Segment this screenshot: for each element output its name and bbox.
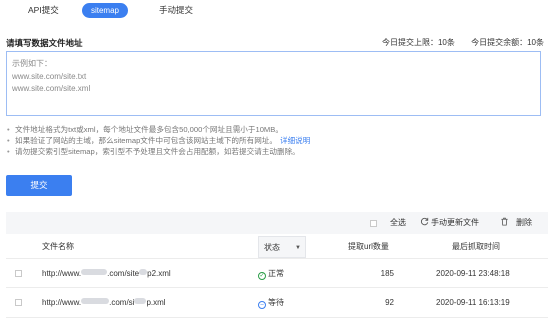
quota-limit: 今日提交上限：10条 (381, 38, 455, 47)
quota-info: 今日提交上限：10条 今日提交余额：10条 (368, 37, 544, 48)
url-count: 185 (380, 269, 394, 278)
column-file-name: 文件名称 (42, 242, 74, 251)
quota-remaining: 今日提交余额：10条 (471, 38, 544, 47)
note-item: 如果验证了网站的主域，那么sitemap文件中可包含该网站主域下的所有网址。详细… (6, 135, 310, 146)
file-url[interactable]: http://www. .com/si p.xml (42, 288, 166, 318)
last-crawl-time: 2020-09-11 16:13:19 (436, 298, 510, 307)
table-toolbar: 全选 手动更新文件 删除 (6, 212, 548, 234)
trash-icon (501, 217, 508, 226)
check-circle-icon: ✓ (258, 272, 266, 280)
placeholder-line: 示例如下： (12, 59, 52, 68)
caret-down-icon: ▼ (295, 245, 301, 251)
table-header: 文件名称 状态 ▼ 提取url数量 最后抓取时间 (6, 236, 548, 258)
redacted-domain (81, 269, 108, 275)
select-all-checkbox[interactable] (370, 220, 377, 227)
refresh-label: 手动更新文件 (431, 218, 479, 227)
column-last-crawl-time: 最后抓取时间 (452, 242, 500, 251)
delete-label[interactable]: 删除 (516, 216, 532, 230)
note-item: 请勿提交索引型sitemap，索引型不予处理且文件会占用配额，如若提交请主动删除… (6, 146, 310, 157)
redacted-domain (81, 298, 110, 304)
details-link[interactable]: 详细说明 (280, 136, 310, 145)
last-crawl-time: 2020-09-11 23:48:18 (436, 269, 510, 278)
submission-notes: 文件地址格式为txt或xml，每个地址文件最多包含50,000个网址且需小于10… (6, 124, 310, 157)
pending-circle-icon: – (258, 301, 266, 309)
status-badge: ✓ 正常 (258, 269, 284, 280)
refresh-icon (420, 217, 429, 226)
placeholder-line: www.site.com/site.txt (12, 71, 87, 81)
select-all-label[interactable]: 全选 (390, 216, 406, 230)
redacted-text (134, 298, 147, 304)
row-checkbox[interactable] (15, 270, 22, 277)
tab-sitemap[interactable]: sitemap (82, 3, 128, 18)
tab-manual-submit[interactable]: 手动提交 (159, 3, 193, 18)
table-row: http://www. .com/site p2.xml ✓ 正常 185 2020-… (6, 258, 548, 288)
tab-bar: API提交 sitemap 手动提交 (0, 0, 554, 22)
status-filter-dropdown[interactable]: 状态 ▼ (258, 236, 306, 258)
note-item: 文件地址格式为txt或xml，每个地址文件最多包含50,000个网址且需小于10… (6, 124, 310, 135)
form-title: 请填写数据文件地址 (6, 38, 83, 48)
file-url[interactable]: http://www. .com/site p2.xml (42, 259, 171, 289)
table-row: http://www. .com/si p.xml – 等待 92 2020-09-1… (6, 288, 548, 318)
submit-button[interactable]: 提交 (6, 175, 72, 196)
column-url-count: 提取url数量 (348, 242, 389, 251)
row-checkbox[interactable] (15, 299, 22, 306)
refresh-files-button[interactable]: 手动更新文件 (420, 216, 479, 230)
status-badge: – 等待 (258, 288, 284, 318)
sitemap-url-input[interactable]: 示例如下： www.site.com/site.txt www.site.com… (6, 51, 541, 116)
tab-api-submit[interactable]: API提交 (28, 3, 59, 18)
delete-button[interactable] (500, 216, 509, 230)
placeholder-line: www.site.com/site.xml (12, 84, 91, 93)
column-status: 状态 (264, 243, 280, 252)
url-count: 92 (385, 298, 394, 307)
redacted-text (139, 269, 148, 275)
